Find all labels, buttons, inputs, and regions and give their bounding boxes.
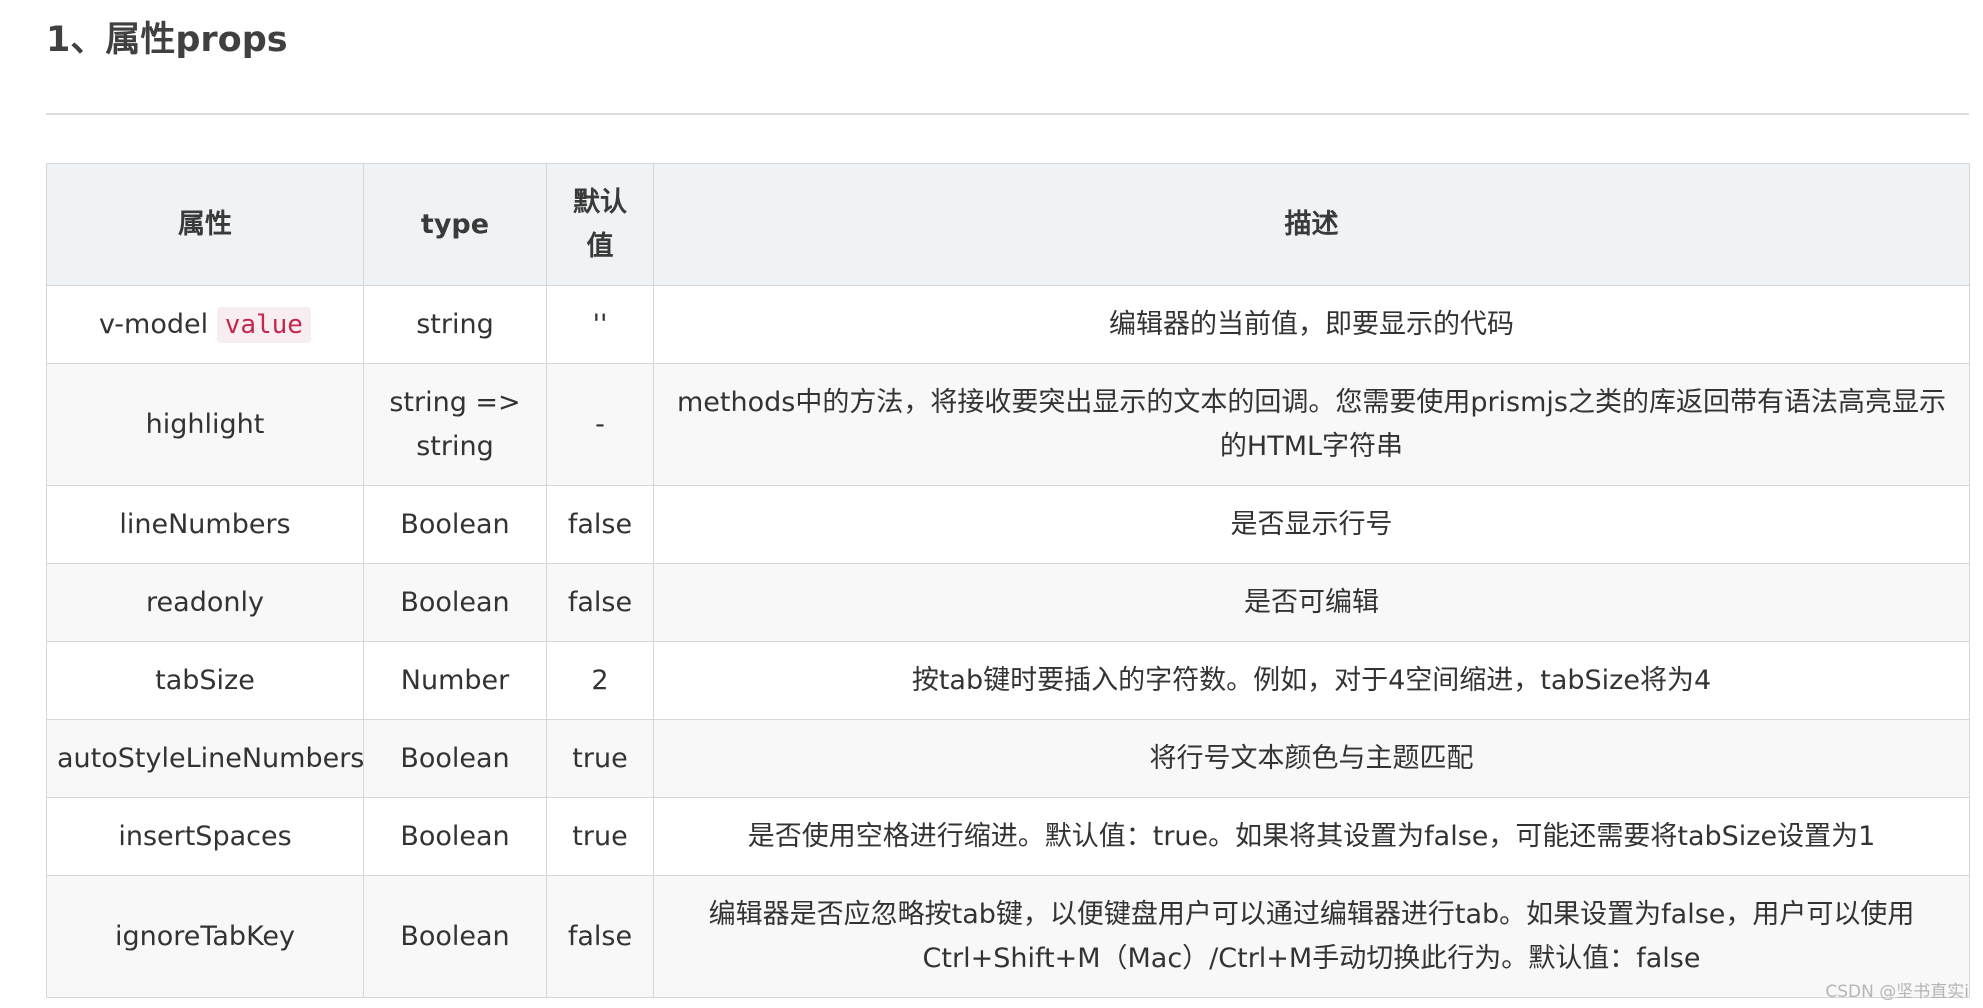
header-prop: 属性 (46, 163, 364, 286)
cell-prop: tabSize (46, 641, 364, 720)
table-row: lineNumbers Boolean false 是否显示行号 (46, 485, 1970, 564)
prop-name: v-model (99, 308, 209, 340)
cell-prop: ignoreTabKey (46, 875, 364, 998)
inline-code: value (216, 306, 311, 343)
divider (46, 113, 1969, 115)
cell-desc: 是否显示行号 (653, 485, 1970, 564)
table-row: highlight string => string - methods中的方法… (46, 363, 1970, 486)
cell-prop: readonly (46, 563, 364, 642)
cell-prop: highlight (46, 363, 364, 486)
cell-type: Boolean (363, 719, 547, 798)
cell-default: false (546, 485, 654, 564)
cell-desc: 编辑器的当前值，即要显示的代码 (653, 285, 1970, 364)
cell-prop: insertSpaces (46, 797, 364, 876)
table-row: insertSpaces Boolean true 是否使用空格进行缩进。默认值… (46, 797, 1970, 876)
cell-desc: 是否可编辑 (653, 563, 1970, 642)
cell-type: string (363, 285, 547, 364)
table-header-row: 属性 type 默认值 描述 (46, 163, 1970, 286)
cell-default: false (546, 563, 654, 642)
cell-default: true (546, 797, 654, 876)
cell-desc: 是否使用空格进行缩进。默认值：true。如果将其设置为false，可能还需要将t… (653, 797, 1970, 876)
cell-type: Boolean (363, 563, 547, 642)
cell-default: '' (546, 285, 654, 364)
table-row: autoStyleLineNumbers Boolean true 将行号文本颜… (46, 719, 1970, 798)
cell-desc: 编辑器是否应忽略按tab键，以便键盘用户可以通过编辑器进行tab。如果设置为fa… (653, 875, 1970, 998)
table-row: tabSize Number 2 按tab键时要插入的字符数。例如，对于4空间缩… (46, 641, 1970, 720)
page: 1、属性props 属性 type 默认值 描述 v-model value s… (0, 0, 1983, 1008)
cell-desc: methods中的方法，将接收要突出显示的文本的回调。您需要使用prismjs之… (653, 363, 1970, 486)
cell-desc: 将行号文本颜色与主题匹配 (653, 719, 1970, 798)
header-type: type (363, 163, 547, 286)
cell-desc: 按tab键时要插入的字符数。例如，对于4空间缩进，tabSize将为4 (653, 641, 1970, 720)
cell-type: Number (363, 641, 547, 720)
cell-prop: v-model value (46, 285, 364, 364)
cell-default: - (546, 363, 654, 486)
cell-default: true (546, 719, 654, 798)
cell-prop: autoStyleLineNumbers (46, 719, 364, 798)
table-row: ignoreTabKey Boolean false 编辑器是否应忽略按tab键… (46, 875, 1970, 998)
cell-prop: lineNumbers (46, 485, 364, 564)
header-default: 默认值 (546, 163, 654, 286)
header-desc: 描述 (653, 163, 1970, 286)
watermark: CSDN @坚书直实i (1825, 982, 1969, 1002)
cell-type: string => string (363, 363, 547, 486)
props-table: 属性 type 默认值 描述 v-model value string '' 编… (46, 163, 1970, 998)
cell-type: Boolean (363, 875, 547, 998)
table-row: v-model value string '' 编辑器的当前值，即要显示的代码 (46, 285, 1970, 364)
section-heading: 1、属性props (46, 20, 288, 60)
cell-default: 2 (546, 641, 654, 720)
cell-type: Boolean (363, 797, 547, 876)
cell-type: Boolean (363, 485, 547, 564)
table-row: readonly Boolean false 是否可编辑 (46, 563, 1970, 642)
cell-default: false (546, 875, 654, 998)
